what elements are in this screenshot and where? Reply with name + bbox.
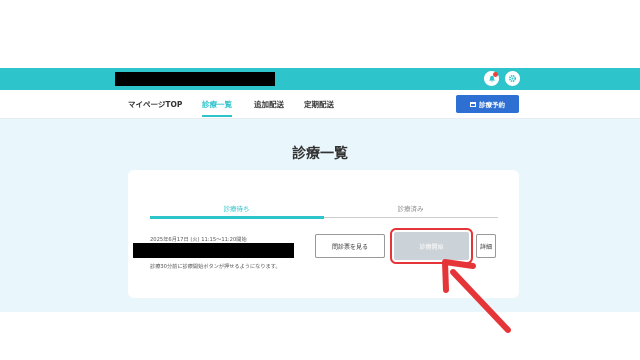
main-content: 診療一覧 診療待ち 診療済み 2025年6月17日 (火) 11:15～11:2… [0, 119, 640, 312]
nav-item-regular-delivery[interactable]: 定期配送 [304, 99, 334, 110]
start-consultation-button[interactable]: 診療開始 [390, 228, 473, 264]
main-nav: マイページTOP 診療一覧 追加配送 定期配送 診療予約 [0, 90, 640, 119]
nav-item-additional-delivery[interactable]: 追加配送 [254, 99, 284, 110]
reserve-button-label: 診療予約 [479, 101, 505, 109]
view-questionnaire-button[interactable]: 問診票を見る [315, 234, 385, 258]
appointment-note: 診療30分前に診療開始ボタンが押せるようになります。 [150, 264, 281, 270]
notification-dot [493, 72, 498, 77]
redacted-user-name [115, 72, 275, 86]
tab-waiting[interactable]: 診療待ち [150, 203, 323, 213]
redacted-clinic-name [133, 243, 294, 258]
page-title: 診療一覧 [292, 146, 348, 162]
tab-completed[interactable]: 診療済み [324, 203, 497, 213]
nav-item-consultations[interactable]: 診療一覧 [202, 99, 232, 110]
tab-active-indicator [150, 216, 324, 219]
nav-item-mypage[interactable]: マイページTOP [128, 99, 182, 110]
consultation-card: 診療待ち 診療済み 2025年6月17日 (火) 11:15～11:20開始 診… [128, 170, 519, 298]
detail-button[interactable]: 詳細 [476, 234, 496, 258]
calendar-icon [470, 101, 476, 107]
reserve-button[interactable]: 診療予約 [456, 95, 519, 113]
header-bar [0, 68, 640, 90]
gear-icon[interactable] [505, 71, 520, 86]
bell-icon[interactable] [484, 71, 499, 86]
nav-active-indicator [202, 115, 232, 117]
tab-divider [324, 217, 498, 218]
appointment-datetime: 2025年6月17日 (火) 11:15～11:20開始 [150, 237, 247, 243]
